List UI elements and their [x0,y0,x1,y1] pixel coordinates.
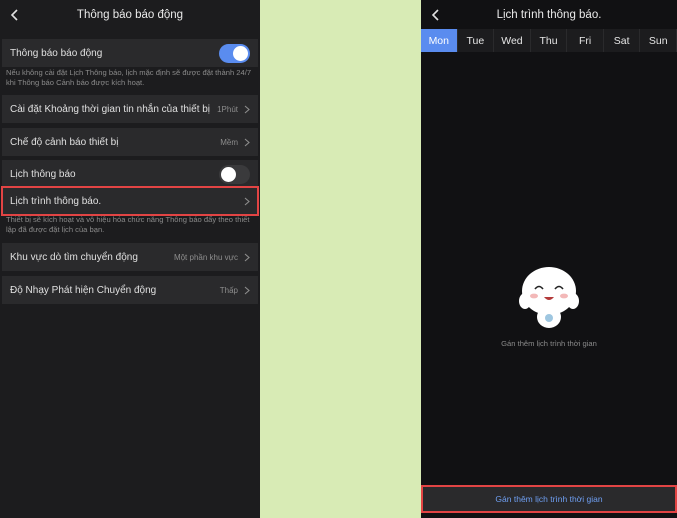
alarm-notification-row: Thông báo báo động [2,39,258,67]
motion-zone-label: Khu vực dò tìm chuyển động [10,251,138,263]
mascot-illustration [519,267,579,328]
header: Lịch trình thông báo. [421,0,677,30]
tab-sun[interactable]: Sun [640,29,677,52]
background-gap [260,0,421,518]
back-button[interactable] [429,7,443,23]
alarm-notification-toggle[interactable] [219,43,250,63]
chevron-left-icon [431,9,439,21]
chevron-right-icon [244,286,250,294]
chevron-right-icon [244,105,250,113]
notification-schedule-link-label: Lịch trình thông báo. [10,195,102,207]
tab-wed[interactable]: Wed [494,29,531,52]
empty-state-text: Gán thêm lịch trình thời gian [501,339,597,348]
motion-sensitivity-label: Độ Nhạy Phát hiện Chuyển động [10,284,157,296]
message-interval-label: Cài đặt Khoảng thời gian tin nhắn của th… [10,103,211,115]
message-interval-row[interactable]: Cài đặt Khoảng thời gian tin nhắn của th… [2,95,258,123]
alert-mode-value: Mềm [220,137,238,147]
motion-zone-value: Một phần khu vực [173,252,238,262]
tab-sat[interactable]: Sat [604,29,641,52]
tab-tue[interactable]: Tue [458,29,495,52]
tab-fri[interactable]: Fri [567,29,604,52]
notification-schedule-toggle-row: Lịch thông báo [2,160,258,188]
alarm-note: Nếu không cài đặt Lịch Thông báo, lịch m… [6,68,252,87]
alarm-notification-label: Thông báo báo động [10,47,103,59]
notification-schedule-label: Lịch thông báo [10,168,76,180]
chevron-right-icon [244,253,250,261]
add-schedule-button[interactable]: Gán thêm lịch trình thời gian [421,485,677,513]
chevron-right-icon [244,138,250,146]
motion-zone-row[interactable]: Khu vực dò tìm chuyển động Một phần khu … [2,243,258,271]
page-title: Thông báo báo động [76,9,184,21]
motion-sensitivity-value: Thấp [219,285,238,295]
toggle-knob [221,166,236,182]
alert-mode-label: Chế độ cảnh báo thiết bị [10,136,119,148]
tab-mon[interactable]: Mon [421,29,458,52]
motion-sensitivity-row[interactable]: Độ Nhạy Phát hiện Chuyển động Thấp [2,276,258,304]
message-interval-value: 1Phút [217,104,238,114]
back-button[interactable] [8,7,22,23]
notification-schedule-screen: Lịch trình thông báo. Mon Tue Wed Thu Fr… [421,0,677,518]
page-title: Lịch trình thông báo. [496,9,602,21]
chevron-left-icon [10,9,18,21]
header: Thông báo báo động [0,0,260,30]
notification-schedule-toggle[interactable] [219,164,250,184]
alarm-settings-screen: Thông báo báo động Thông báo báo động Nế… [0,0,260,518]
day-tabs: Mon Tue Wed Thu Fri Sat Sun [421,29,677,52]
chevron-right-icon [244,197,250,205]
toggle-knob [233,45,248,61]
schedule-note: Thiết bị sẽ kích hoạt và vô hiệu hóa chứ… [6,215,250,234]
tab-thu[interactable]: Thu [531,29,568,52]
alert-mode-row[interactable]: Chế độ cảnh báo thiết bị Mềm [2,128,258,156]
notification-schedule-row[interactable]: Lịch trình thông báo. [1,186,259,216]
